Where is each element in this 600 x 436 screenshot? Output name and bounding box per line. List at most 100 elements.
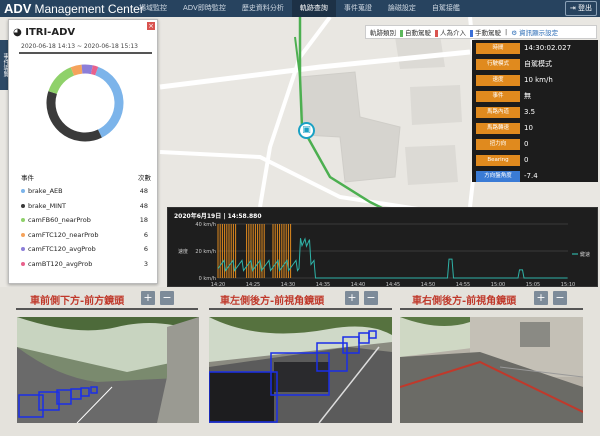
logout-button[interactable]: ⇥ 登出 (564, 1, 597, 16)
legend-item-auto[interactable]: 自動駕駛 (400, 27, 431, 37)
info-row: 扭力向 0 (472, 139, 598, 155)
donut-slice[interactable] (81, 64, 93, 75)
event-dot (21, 247, 25, 251)
zoom-in-button[interactable]: + (534, 291, 548, 305)
event-dot (21, 218, 25, 222)
nav-item-settings[interactable]: 論磁設定 (380, 0, 424, 17)
info-value: 無 (524, 92, 531, 100)
legend-item-manual-intervention[interactable]: 人為介入 (435, 27, 466, 37)
info-row: 行駛模式 自駕模式 (472, 59, 598, 75)
event-row[interactable]: camFB60_nearProb 18 (21, 216, 151, 231)
speed-timeline-chart[interactable]: 2020年6月19日 | 14:58.880 40 km/h 20 km/h 0 k… (167, 207, 598, 288)
camera-image-right (400, 317, 583, 423)
event-row[interactable]: camFTC120_nearProb 6 (21, 231, 151, 246)
camera-feed-front[interactable] (17, 317, 199, 423)
event-table-header: 事件 次數 (21, 172, 151, 182)
event-count: 3 (143, 259, 148, 268)
y-tick-label: 40 km/h (195, 222, 216, 228)
event-count: 48 (139, 187, 148, 195)
info-value: 14:30:02.027 (524, 44, 572, 52)
event-name: camBT120_avgProb (28, 259, 93, 268)
bus-icon[interactable]: ▣ (298, 122, 315, 139)
date-range: 2020-06-18 14:13 ~ 2020-06-18 15:13 (21, 43, 138, 50)
camera-feed-left[interactable] (209, 317, 392, 423)
event-dot (21, 261, 25, 266)
info-row: Bearing 0 (472, 155, 598, 171)
donut-slice[interactable] (46, 91, 102, 142)
event-name: brake_MINT (28, 201, 66, 210)
event-list: brake_AEB 48 brake_MINT 48 camFB60_nearPro… (21, 187, 151, 274)
donut-slice[interactable] (48, 67, 75, 95)
zoom-in-button[interactable]: + (345, 291, 359, 305)
event-dot (21, 189, 25, 193)
event-summary-panel: × ◕ ITRI-ADV 2020-06-18 14:13 ~ 2020-06-… (8, 19, 158, 284)
event-row[interactable]: camFTC120_avgProb 6 (21, 245, 151, 260)
legend-item-label: 自動駕駛 (405, 29, 431, 37)
donut-slice[interactable] (90, 65, 99, 76)
nav-item-trajectory-query[interactable]: 軌跡查詢 (291, 0, 336, 17)
info-label: 馬路轉速 (476, 123, 520, 134)
legend-swatch (470, 29, 473, 37)
event-donut-chart (46, 64, 124, 142)
close-icon[interactable]: × (147, 22, 155, 30)
display-settings-button[interactable]: ⚙ 資訊顯示設定 (511, 27, 558, 37)
camera-title-front: 車前側下方-前方鏡頭 (30, 296, 125, 307)
info-value: -7.4 (524, 172, 538, 180)
vehicle-info-rows: 時間 14:30:02.027 行駛模式 自駕模式 速度 10 km/h 事件無 馬路… (472, 40, 598, 184)
event-row[interactable]: brake_AEB 48 (21, 187, 151, 202)
nav-item-autodrive-takeover[interactable]: 自駕接艦 (424, 0, 468, 17)
info-row: 馬路內道 3.5 (472, 107, 598, 123)
zoom-out-button[interactable]: − (364, 291, 378, 305)
info-label: Bearing (476, 155, 520, 166)
chart-legend-label: 鍵速 (580, 251, 590, 258)
nav-item-field-monitor[interactable]: 場域監控 (131, 0, 175, 17)
event-dot (21, 232, 25, 237)
info-row: 方向盤角度 -7.4 (472, 171, 598, 187)
brand-logo[interactable]: ADV Management Center (4, 1, 144, 16)
donut-slice[interactable] (94, 66, 124, 138)
camera-section: 車前側下方-前方鏡頭 + − 車左側後方-前視角鏡頭 + − 車右側後方-前視角… (0, 287, 600, 436)
pie-chart-icon: ◕ (13, 27, 22, 38)
logout-label: 登出 (578, 4, 592, 12)
brand-abbr: ADV (4, 1, 32, 16)
legend-swatch (400, 29, 403, 37)
info-label: 扭力向 (476, 139, 520, 150)
camera-feed-right[interactable] (400, 317, 583, 423)
event-name: brake_AEB (28, 187, 63, 195)
gear-icon: ⚙ (511, 29, 518, 37)
event-dot (21, 203, 25, 208)
event-row[interactable]: brake_MINT 48 (21, 202, 151, 217)
legend-item-manual[interactable]: 手動駕駛 (470, 27, 501, 37)
info-label: 時間 (476, 43, 520, 54)
legend-item-label: 手動駕駛 (475, 29, 501, 37)
event-name: camFTC120_nearProb (28, 230, 99, 239)
event-row[interactable]: camBT120_avgProb 3 (21, 260, 151, 275)
info-label: 行駛模式 (476, 59, 520, 70)
info-value: 3.5 (524, 108, 536, 116)
y-tick-label: 20 km/h (195, 249, 216, 255)
info-value: 10 (524, 124, 533, 132)
camera-divider (209, 308, 392, 310)
brand-name: Management Center (34, 2, 144, 16)
camera-divider (400, 308, 583, 310)
info-value: 0 (524, 156, 529, 164)
camera-title-right: 車右側後方-前視角鏡頭 (412, 296, 517, 307)
donut-slice[interactable] (70, 64, 83, 76)
camera-divider (16, 308, 198, 310)
col-count: 次數 (138, 174, 151, 182)
legend-label: 軌跡類別 (370, 29, 396, 37)
legend-item-label: 人為介入 (440, 29, 466, 37)
top-navigation-bar: ADV Management Center 場域監控 ADV即時監控 歷史資料分析… (0, 0, 600, 17)
speed-series-line (217, 237, 568, 279)
camera-image-front (17, 317, 199, 423)
nav-item-history-analysis[interactable]: 歷史資料分析 (234, 0, 292, 17)
nav-item-event-evidence[interactable]: 事件蒐證 (336, 0, 380, 17)
zoom-out-button[interactable]: − (553, 291, 567, 305)
info-value: 10 km/h (524, 76, 553, 84)
nav-item-realtime-monitor[interactable]: ADV即時監控 (175, 0, 234, 17)
info-label: 速度 (476, 75, 520, 86)
info-value: 0 (524, 140, 529, 148)
zoom-in-button[interactable]: + (141, 291, 155, 305)
zoom-out-button[interactable]: − (160, 291, 174, 305)
chart-timestamp: 2020年6月19日 | 14:58.880 (174, 213, 262, 220)
